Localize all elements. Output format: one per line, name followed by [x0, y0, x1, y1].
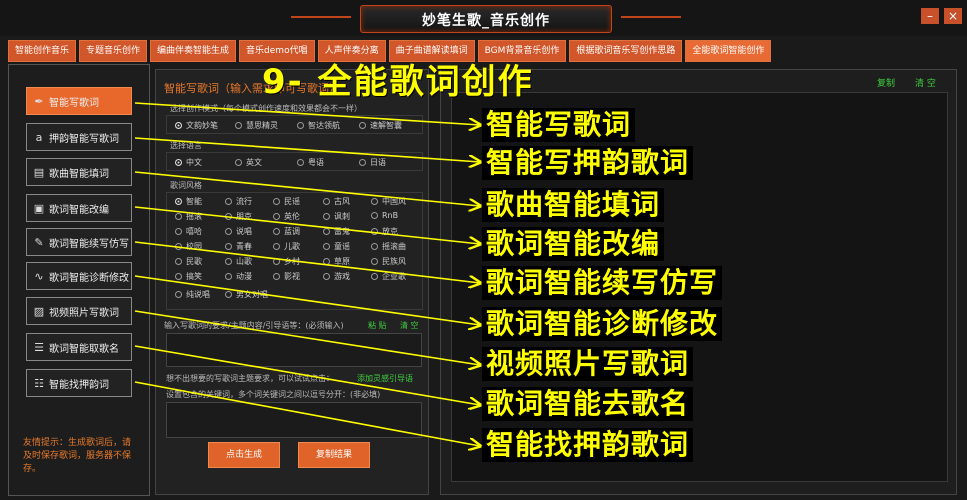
arrow-line — [134, 241, 480, 283]
overlay-caption: 智能找押韵歌词 — [482, 428, 694, 462]
overlay-caption: 智能写歌词 — [482, 108, 636, 142]
arrow-line — [134, 345, 480, 405]
overlay-caption: 歌曲智能填词 — [482, 188, 665, 222]
overlay-caption: 歌词智能续写仿写 — [482, 266, 723, 300]
overlay-caption: 歌词智能改编 — [482, 227, 665, 261]
arrow-line — [134, 275, 480, 325]
arrow-line — [134, 381, 480, 446]
arrow-line — [134, 206, 480, 244]
overlay-caption: 歌词智能诊断修改 — [482, 307, 723, 341]
arrow-line — [134, 102, 480, 125]
overlay-caption: 智能写押韵歌词 — [482, 146, 694, 180]
arrow-line — [134, 137, 480, 162]
overlay-title: 9- 全能歌词创作 — [262, 62, 534, 102]
arrow-line — [134, 171, 480, 206]
overlay-caption: 歌词智能去歌名 — [482, 387, 694, 421]
overlay-caption: 视频照片写歌词 — [482, 347, 694, 381]
arrow-line — [134, 310, 480, 365]
